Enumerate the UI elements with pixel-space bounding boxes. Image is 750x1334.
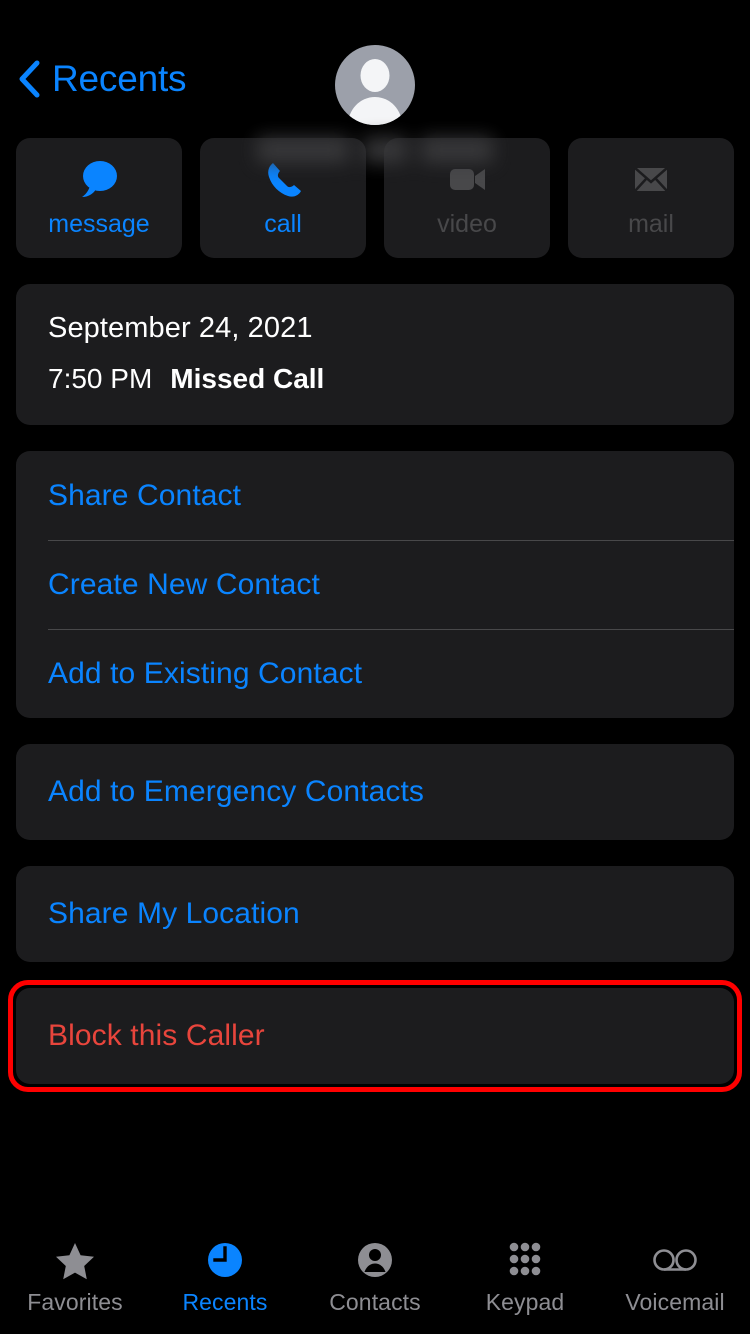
share-location-card[interactable]: Share My Location: [16, 866, 734, 962]
add-to-emergency-contacts-label: Add to Emergency Contacts: [48, 775, 425, 808]
phone-handset-icon: [268, 162, 301, 197]
star-icon: [56, 1243, 94, 1280]
contact-name-redacted: [257, 137, 493, 163]
contact-identity: [0, 45, 750, 163]
tab-recents-label: Recents: [182, 1289, 268, 1315]
tab-keypad[interactable]: Keypad: [450, 1238, 600, 1316]
block-this-caller-button[interactable]: Block this Caller: [16, 988, 734, 1084]
share-contact-label: Share Contact: [48, 478, 242, 512]
avatar-head: [360, 59, 390, 92]
share-contact-button[interactable]: Share Contact: [16, 451, 734, 540]
keypad-grid-icon: [509, 1242, 541, 1276]
clock-icon: [208, 1243, 242, 1277]
tab-favorites-label: Favorites: [27, 1289, 123, 1315]
create-new-contact-button[interactable]: Create New Contact: [16, 540, 734, 629]
video-camera-icon: [450, 168, 485, 190]
call-details-screen: Recents message call video mail Septembe…: [0, 0, 750, 1334]
call-status: Missed Call: [170, 363, 325, 394]
add-to-existing-contact-label: Add to Existing Contact: [48, 656, 363, 690]
tab-voicemail[interactable]: Voicemail: [600, 1238, 750, 1316]
navigation-bar: Recents: [0, 0, 750, 163]
message-action-label: message: [48, 209, 150, 238]
contact-actions-card: Share Contact Create New Contact Add to …: [16, 451, 734, 718]
envelope-icon: [634, 166, 668, 192]
tab-favorites[interactable]: Favorites: [0, 1238, 150, 1316]
tab-bar: Favorites Recents Contacts Keypad Voicem…: [0, 1230, 750, 1334]
call-info-card: September 24, 2021 7:50 PM Missed Call: [16, 284, 734, 425]
call-date: September 24, 2021: [48, 312, 313, 344]
video-action-label: video: [437, 209, 497, 238]
share-my-location-label: Share My Location: [48, 897, 300, 930]
block-caller-wrapper: Block this Caller: [8, 980, 742, 1092]
tab-contacts-label: Contacts: [329, 1289, 421, 1315]
create-new-contact-label: Create New Contact: [48, 567, 320, 601]
person-avatar-icon: [335, 45, 415, 125]
call-action-label: call: [264, 209, 302, 238]
mail-action-label: mail: [628, 209, 674, 238]
person-circle-icon: [358, 1243, 392, 1277]
tab-voicemail-label: Voicemail: [625, 1289, 725, 1315]
block-this-caller-label: Block this Caller: [48, 1019, 265, 1052]
add-to-emergency-contacts-button[interactable]: Add to Emergency Contacts: [16, 744, 734, 840]
emergency-contacts-card[interactable]: Add to Emergency Contacts: [16, 744, 734, 840]
message-bubble-icon: [82, 160, 117, 197]
share-my-location-button[interactable]: Share My Location: [16, 866, 734, 962]
tab-recents[interactable]: Recents: [150, 1238, 300, 1316]
voicemail-icon: [653, 1249, 697, 1271]
call-time: 7:50 PM: [48, 363, 153, 394]
add-to-existing-contact-button[interactable]: Add to Existing Contact: [16, 629, 734, 718]
tab-contacts[interactable]: Contacts: [300, 1238, 450, 1316]
tab-keypad-label: Keypad: [485, 1289, 565, 1315]
avatar-body: [348, 97, 402, 125]
